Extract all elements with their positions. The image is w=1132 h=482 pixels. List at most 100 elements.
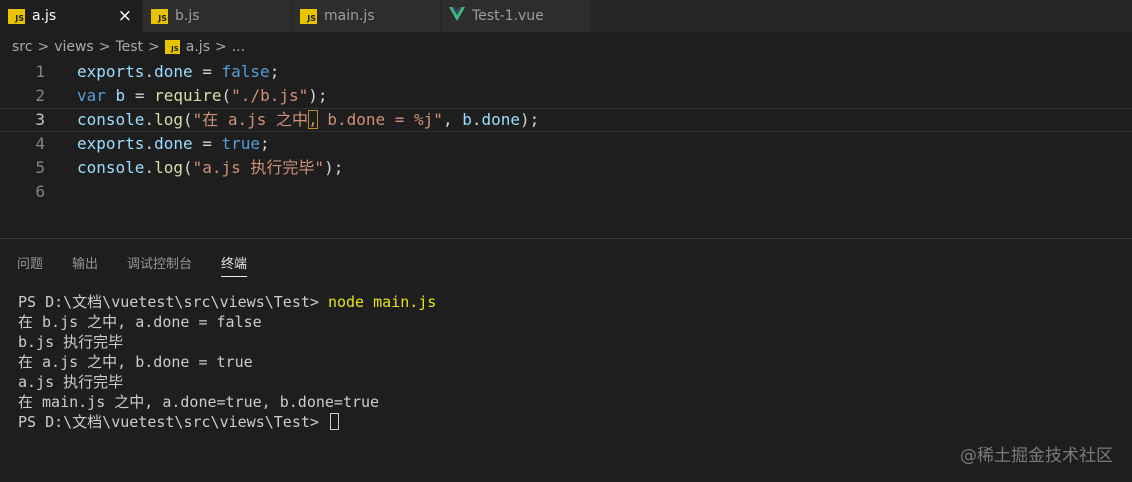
terminal-output-line: a.js 执行完毕 (18, 373, 124, 391)
terminal-prompt: PS D:\文档\vuetest\src\views\Test> (18, 413, 328, 431)
vscode-window: JS a.js × JS b.js JS main.js Test-1.vue … (0, 0, 1132, 482)
panel-tab-bar: 问题 输出 调试控制台 终端 (17, 253, 276, 277)
terminal-prompt-line: PS D:\文档\vuetest\src\views\Test> (18, 412, 436, 432)
code-token: ; (269, 62, 280, 81)
code-text: console.log("a.js 执行完毕"); (77, 156, 343, 180)
code-token: console (77, 158, 145, 177)
line-number: 4 (35, 134, 45, 153)
code-token: console (77, 110, 145, 129)
code-token: ; (260, 134, 270, 153)
code-token: b (462, 110, 472, 129)
code-token: log (154, 158, 183, 177)
watermark: @稀土掘金技术社区 (960, 446, 1113, 466)
line-number: 6 (35, 182, 45, 201)
chevron-right-icon: > (98, 39, 111, 55)
code-token: "在 a.js 之中 (192, 110, 309, 129)
breadcrumb-item-symbols[interactable]: ... (232, 39, 245, 55)
tab-main-js[interactable]: JS main.js (292, 0, 441, 32)
code-token: . (144, 134, 155, 153)
js-file-icon: JS (164, 40, 180, 54)
code-token: done (154, 62, 193, 81)
code-token: b (115, 86, 126, 105)
tab-a-js[interactable]: JS a.js × (0, 0, 143, 32)
code-token: done (154, 134, 193, 153)
code-token: ( (182, 158, 193, 177)
vue-file-icon (449, 7, 465, 25)
editor-tab-bar: JS a.js × JS b.js JS main.js Test-1.vue (0, 0, 1132, 32)
terminal-command-line: PS D:\文档\vuetest\src\views\Test> node ma… (18, 292, 436, 312)
bottom-panel: 问题 输出 调试控制台 终端 PS D:\文档\vuetest\src\view… (0, 238, 1132, 482)
code-token: log (154, 110, 183, 129)
code-token: . (144, 110, 155, 129)
code-token: . (144, 62, 155, 81)
tab-test-1-vue[interactable]: Test-1.vue (441, 0, 591, 32)
code-token: ); (324, 158, 344, 177)
tab-label: b.js (175, 8, 200, 24)
code-token: . (144, 158, 155, 177)
tab-label: main.js (324, 8, 375, 24)
code-line[interactable]: 5 console.log("a.js 执行完毕"); (0, 156, 1132, 180)
code-token: exports (77, 134, 145, 153)
close-icon[interactable]: × (118, 0, 132, 32)
terminal-output-line: b.js 执行完毕 (18, 333, 124, 351)
js-file-icon: JS (8, 8, 25, 24)
code-token: = (192, 134, 222, 153)
tab-terminal[interactable]: 终端 (221, 253, 248, 277)
code-token: var (77, 86, 106, 105)
code-token: b.done = %j" (317, 110, 443, 129)
line-number: 3 (35, 110, 45, 129)
tab-output[interactable]: 输出 (72, 253, 98, 277)
code-line[interactable]: 6 (0, 180, 1132, 204)
code-text: console.log("在 a.js 之中, b.done = %j", b.… (77, 109, 539, 131)
breadcrumb-item-src[interactable]: src (12, 39, 32, 55)
code-token: "a.js 执行完毕" (192, 158, 325, 177)
chevron-right-icon: > (37, 39, 50, 55)
breadcrumb-item-test[interactable]: Test (115, 39, 143, 55)
code-line[interactable]: 3 console.log("在 a.js 之中, b.done = %j", b… (0, 108, 1132, 132)
tab-debug-console[interactable]: 调试控制台 (127, 253, 192, 277)
code-token: , (442, 110, 463, 129)
breadcrumb-item-a-js[interactable]: a.js (186, 39, 210, 55)
tab-label: Test-1.vue (472, 8, 544, 24)
terminal[interactable]: PS D:\文档\vuetest\src\views\Test> node ma… (18, 292, 436, 432)
code-token: "./b.js" (231, 86, 309, 105)
code-token: , (308, 110, 318, 129)
code-token: true (221, 134, 261, 153)
code-line[interactable]: 4 exports.done = true; (0, 132, 1132, 156)
terminal-output-line: 在 b.js 之中, a.done = false (18, 313, 262, 331)
chevron-right-icon: > (215, 39, 227, 55)
code-token: false (221, 62, 270, 81)
code-token: ( (182, 110, 193, 129)
terminal-command: node main.js (327, 293, 437, 311)
line-number: 1 (35, 62, 45, 81)
breadcrumb-item-views[interactable]: views (54, 39, 94, 55)
code-text: exports.done = true; (77, 132, 270, 156)
terminal-output-line: 在 main.js 之中, a.done=true, b.done=true (18, 393, 380, 411)
code-token: done (481, 110, 521, 129)
breadcrumb: src > views > Test > JS a.js > ... (12, 36, 245, 58)
code-token: ); (308, 86, 328, 105)
code-editor[interactable]: 1 exports.done = false; 2 var b = require("… (0, 60, 1132, 204)
code-text: var b = require("./b.js"); (77, 84, 328, 108)
code-token: = (192, 62, 222, 81)
code-token: require (154, 86, 222, 105)
terminal-output-line: 在 a.js 之中, b.done = true (18, 353, 253, 371)
code-text: exports.done = false; (77, 60, 279, 84)
code-token: = (125, 86, 155, 105)
chevron-right-icon: > (148, 39, 160, 55)
code-token: ( (221, 86, 232, 105)
line-number: 5 (35, 158, 45, 177)
code-token: ); (520, 110, 540, 129)
terminal-cursor (329, 413, 339, 430)
code-line[interactable]: 1 exports.done = false; (0, 60, 1132, 84)
code-line[interactable]: 2 var b = require("./b.js"); (0, 84, 1132, 108)
tab-b-js[interactable]: JS b.js (143, 0, 292, 32)
code-token: exports (77, 62, 145, 81)
js-file-icon: JS (151, 8, 168, 24)
terminal-prompt: PS D:\文档\vuetest\src\views\Test> (18, 293, 328, 311)
js-file-icon: JS (300, 8, 317, 24)
tab-problems[interactable]: 问题 (17, 253, 43, 277)
tab-label: a.js (32, 8, 57, 24)
line-number: 2 (35, 86, 45, 105)
